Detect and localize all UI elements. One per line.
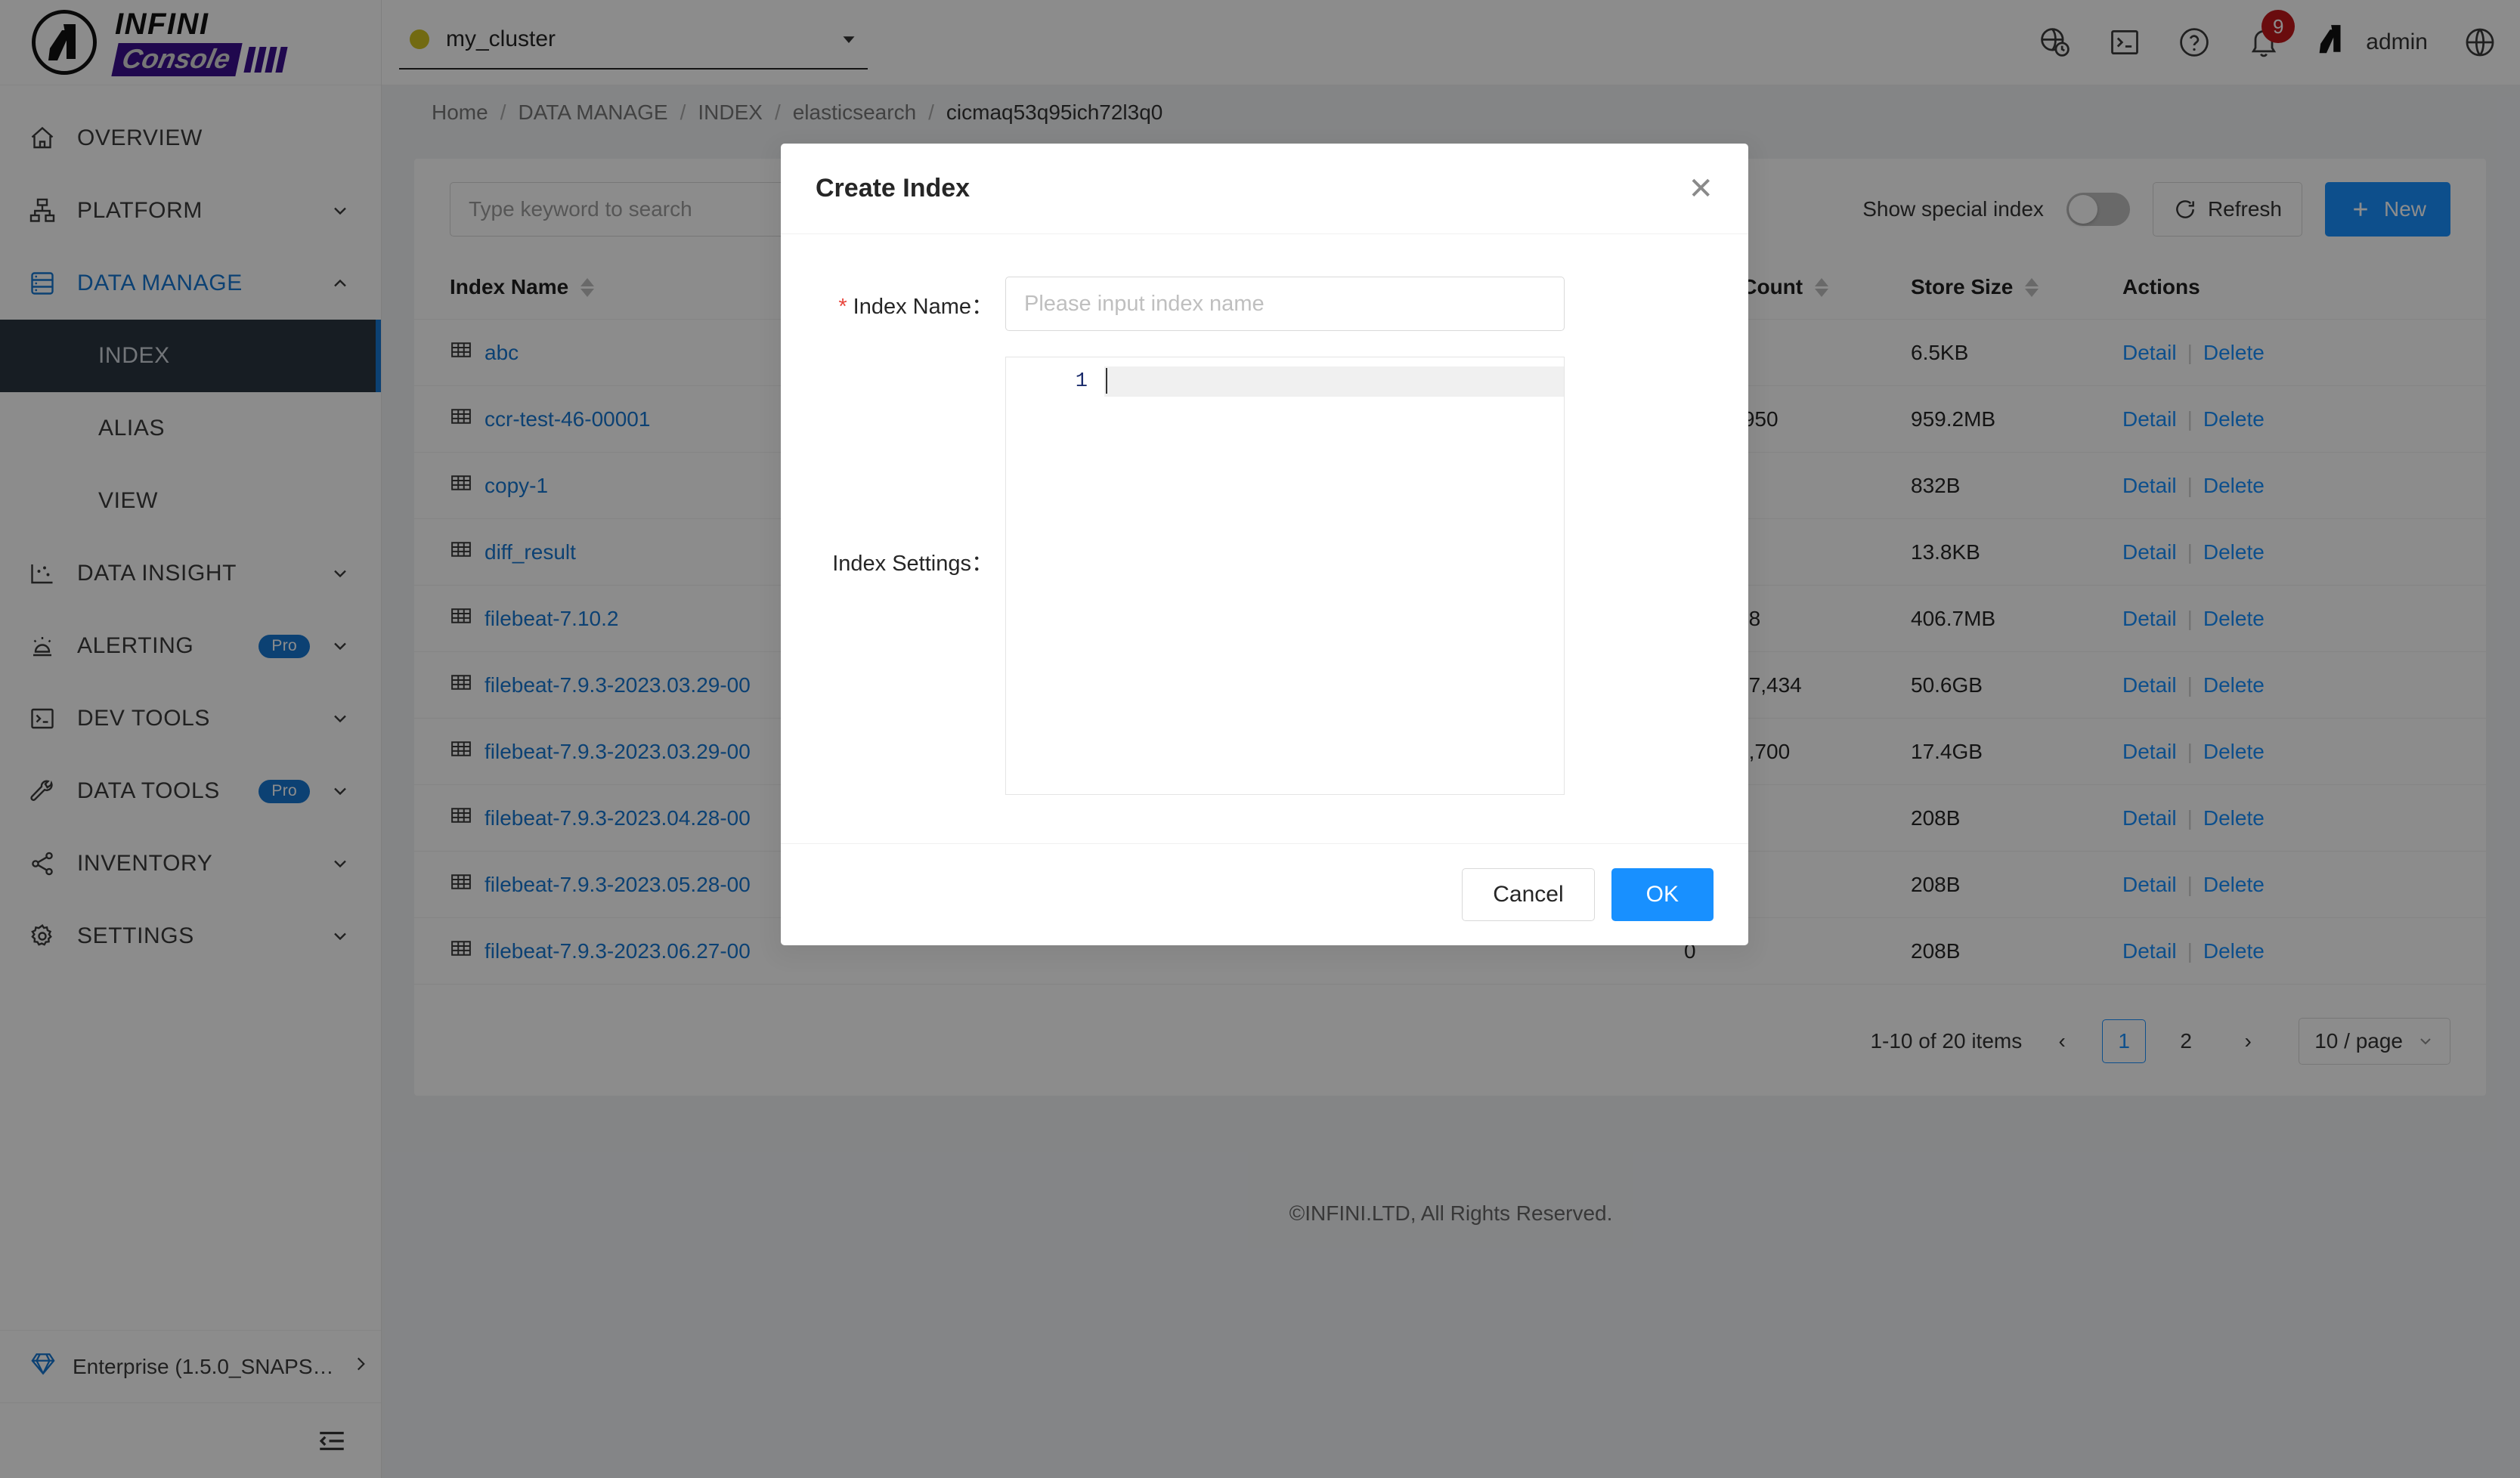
editor-caret (1106, 368, 1107, 394)
required-marker: * (838, 295, 847, 319)
editor-code-area[interactable] (1104, 357, 1564, 794)
editor-active-line (1104, 366, 1564, 397)
cancel-button[interactable]: Cancel (1462, 868, 1595, 921)
index-settings-row: Index Settings： 1 (816, 357, 1714, 795)
index-name-input[interactable] (1005, 277, 1565, 331)
index-name-label: * Index Name： (816, 277, 993, 320)
editor-gutter: 1 (1006, 357, 1104, 794)
index-settings-control: 1 (993, 357, 1714, 795)
index-settings-label: Index Settings： (832, 552, 993, 576)
index-name-label-text: Index Name： (853, 295, 993, 319)
modal-header: Create Index ✕ (781, 144, 1748, 234)
ok-button[interactable]: OK (1611, 868, 1714, 921)
create-index-modal: Create Index ✕ *Index Name： Index Settin… (781, 144, 1748, 945)
modal-footer: Cancel OK (781, 843, 1748, 945)
modal-body: *Index Name： Index Settings： 1 (781, 234, 1748, 843)
index-name-control (993, 277, 1714, 331)
index-settings-editor[interactable]: 1 (1005, 357, 1565, 795)
index-name-row: * Index Name： (816, 277, 1714, 331)
close-icon[interactable]: ✕ (1688, 174, 1714, 204)
modal-title: Create Index (816, 174, 971, 203)
app-root: INFINI Console OVERVIEW PLATFORM DATA MA… (0, 0, 2520, 1478)
editor-line-number: 1 (1075, 370, 1088, 393)
